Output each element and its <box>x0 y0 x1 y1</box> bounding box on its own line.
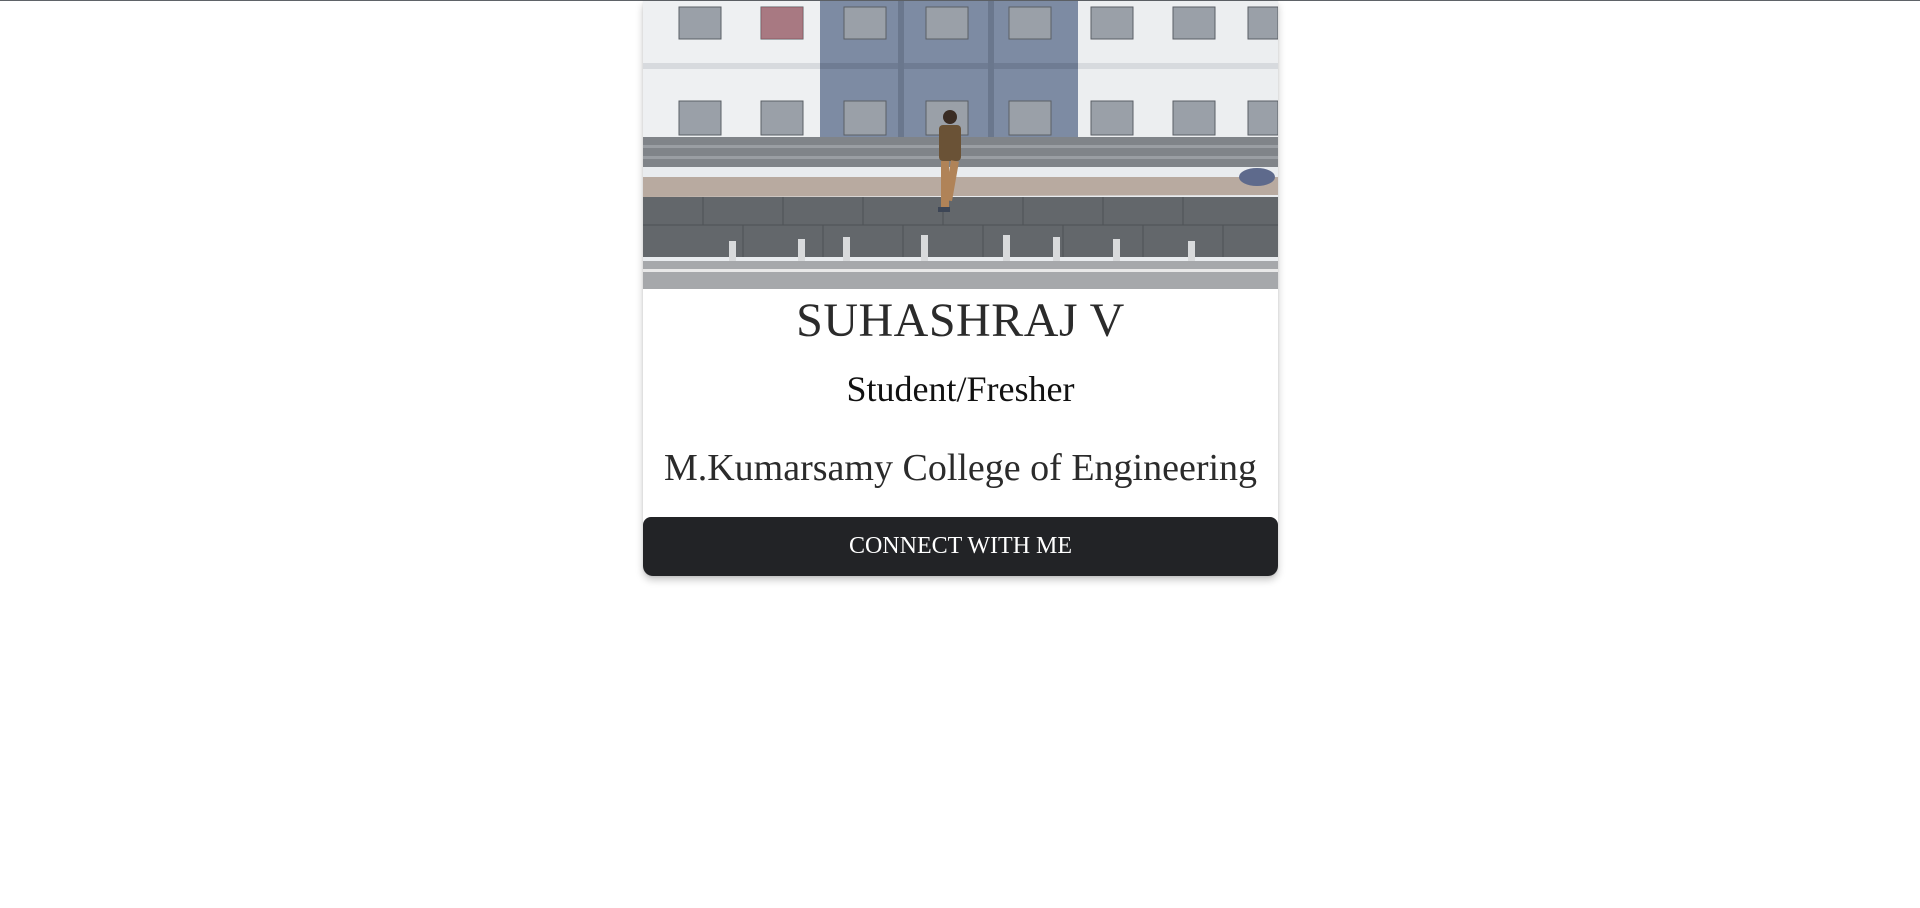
profile-role: Student/Fresher <box>846 369 1075 409</box>
profile-card: SUHASHRAJ V Student/Fresher M.Kumarsamy … <box>643 1 1278 576</box>
connect-button[interactable]: CONNECT WITH ME <box>643 517 1278 576</box>
profile-college: M.Kumarsamy College of Engineering <box>663 447 1258 489</box>
profile-photo <box>643 1 1278 289</box>
profile-name: SUHASHRAJ V <box>796 294 1125 347</box>
